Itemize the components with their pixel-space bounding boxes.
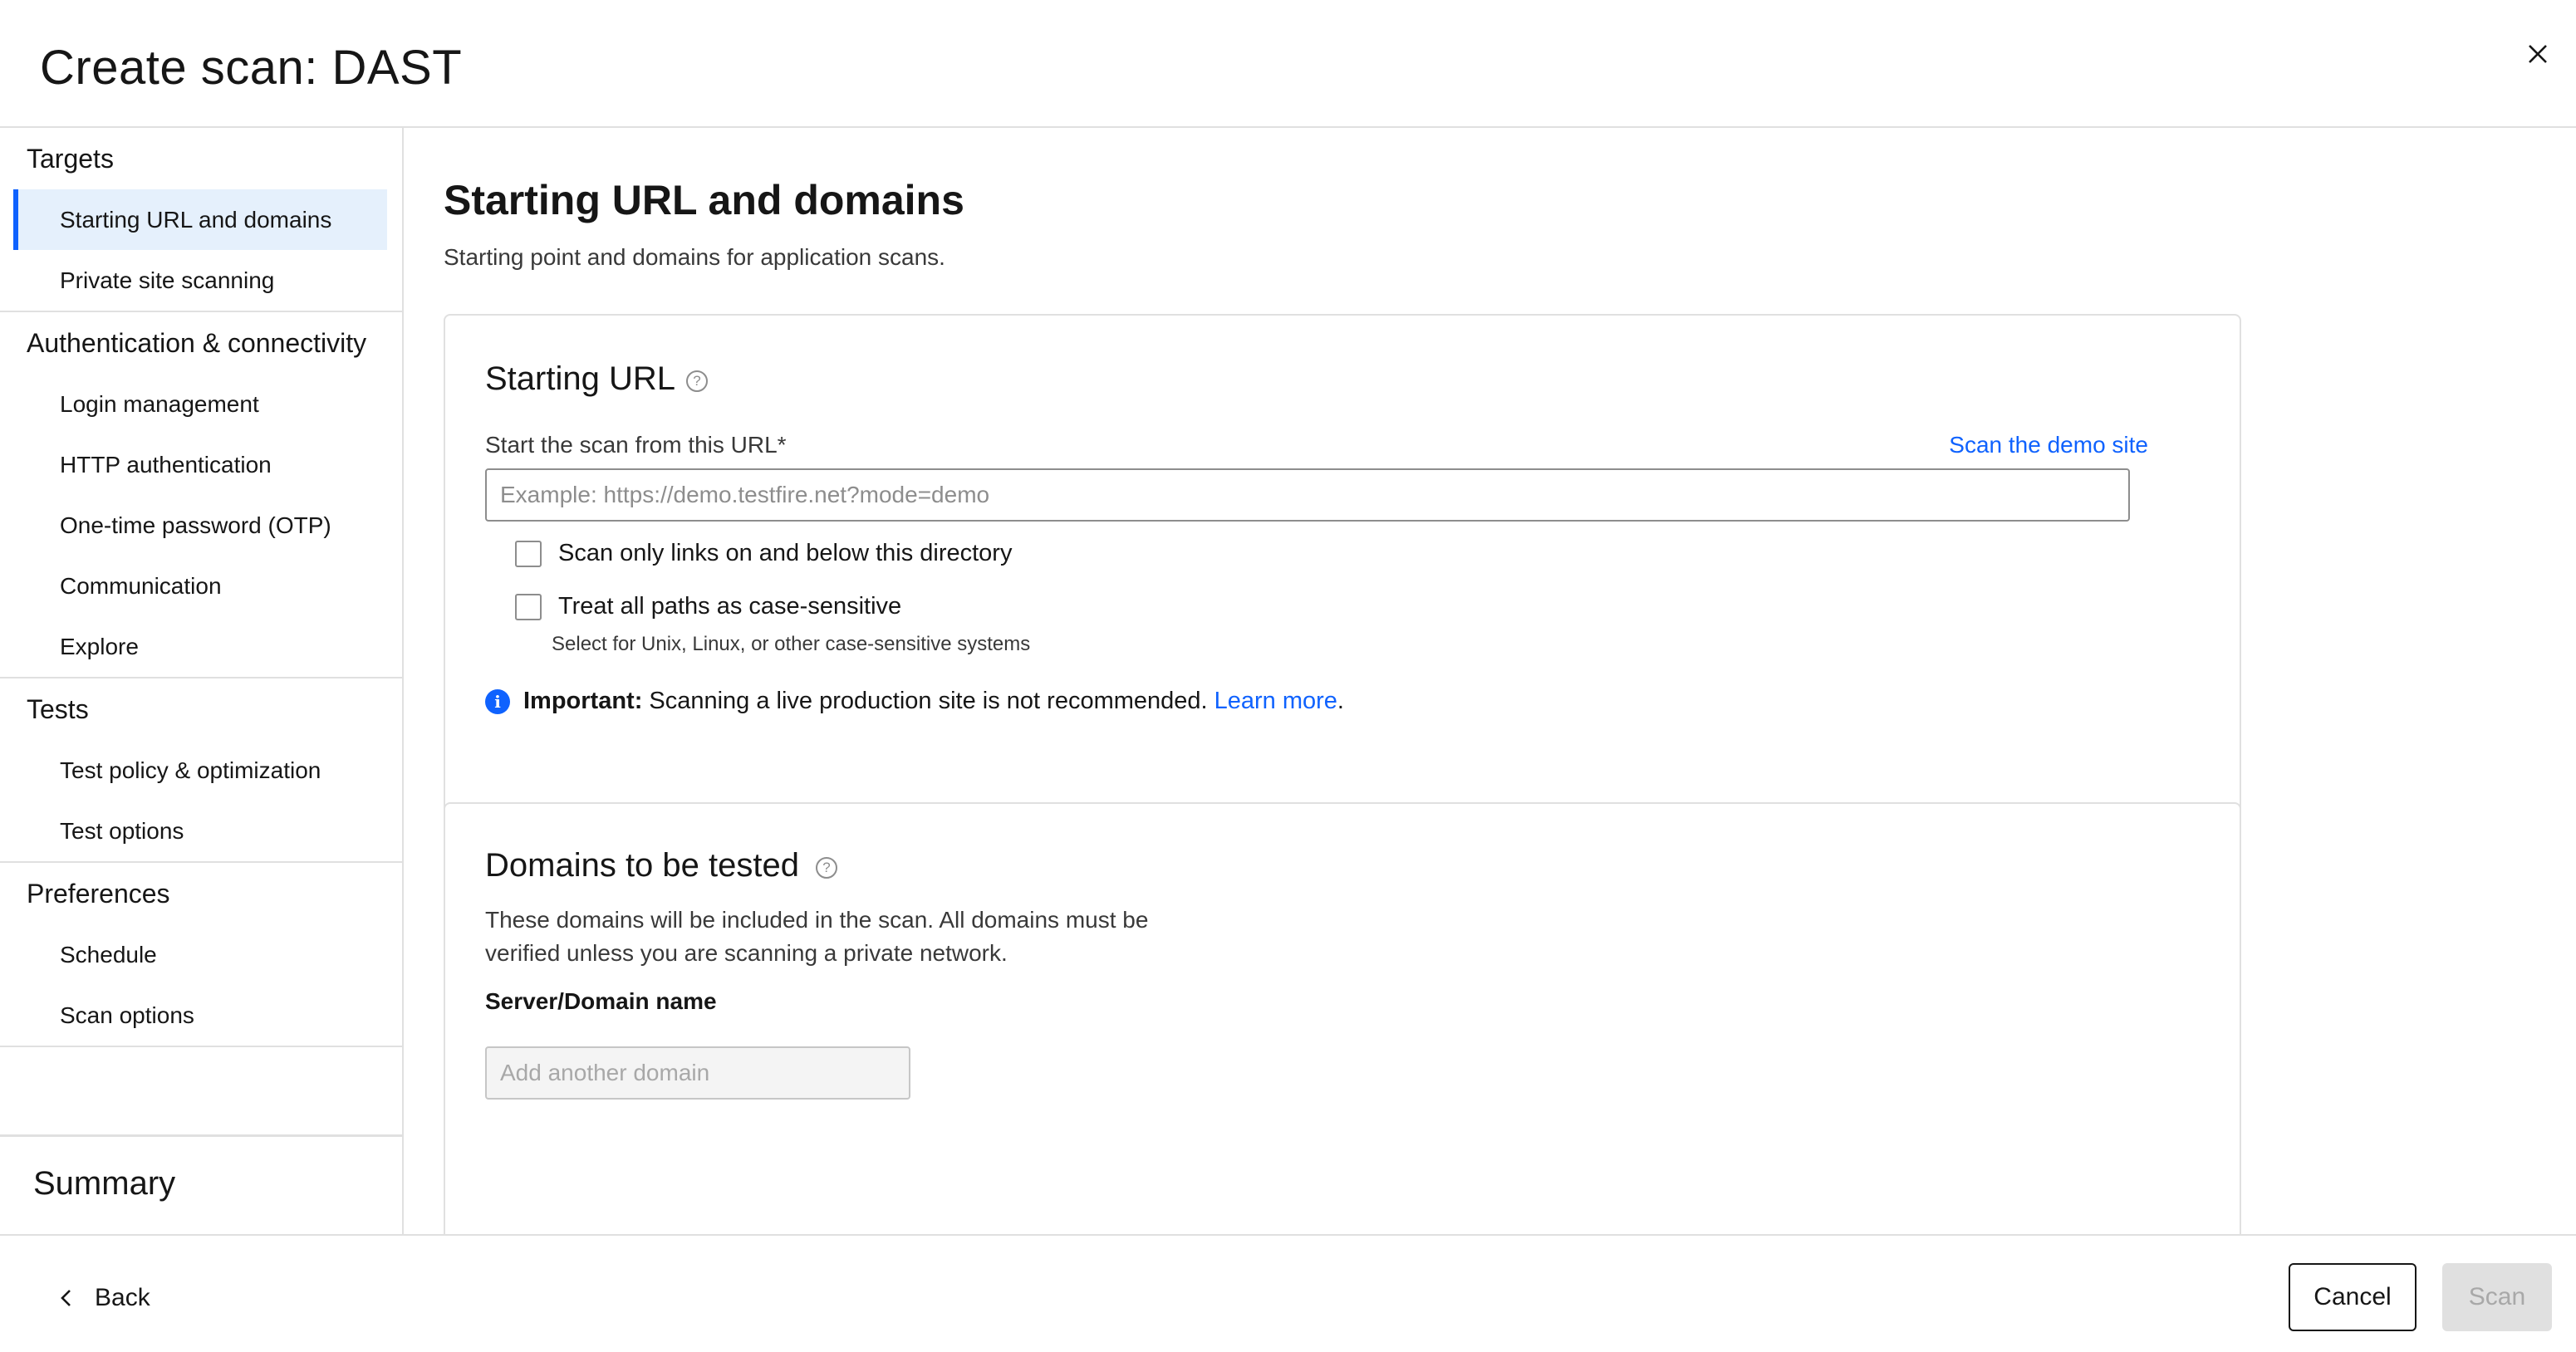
page-title: Create scan: DAST — [40, 41, 463, 95]
cancel-button[interactable]: Cancel — [2289, 1263, 2417, 1331]
section-title: Starting URL and domains — [444, 177, 964, 223]
case-sensitive-hint: Select for Unix, Linux, or other case-se… — [552, 633, 1031, 655]
starting-url-input[interactable] — [485, 468, 2130, 522]
sidebar-item-test-options[interactable]: Test options — [0, 801, 402, 861]
nav-section-targets: Targets Starting URL and domains Private… — [0, 128, 402, 312]
chevron-left-icon — [61, 1290, 71, 1306]
modal-header: Create scan: DAST — [0, 0, 2576, 128]
scan-demo-site-link[interactable]: Scan the demo site — [1949, 432, 2148, 458]
case-sensitive-checkbox[interactable] — [515, 593, 542, 620]
sidebar-item-scan-options[interactable]: Scan options — [0, 985, 402, 1046]
sidebar-item-test-policy[interactable]: Test policy & optimization — [0, 740, 402, 801]
production-warning: i Important: Scanning a live production … — [485, 688, 1344, 715]
sidebar-item-explore[interactable]: Explore — [0, 616, 402, 677]
main-content: Starting URL and domains Starting point … — [405, 128, 2576, 1276]
starting-url-title: Starting URL — [485, 360, 675, 397]
nav-heading-auth: Authentication & connectivity — [27, 328, 367, 358]
sidebar-item-otp[interactable]: One-time password (OTP) — [0, 495, 402, 556]
case-sensitive-option[interactable]: Treat all paths as case-sensitive — [515, 593, 901, 620]
nav-section-auth: Authentication & connectivity Login mana… — [0, 312, 402, 678]
sidebar-item-login-management[interactable]: Login management — [0, 374, 402, 434]
info-icon: i — [485, 688, 510, 714]
close-icon — [2529, 45, 2547, 63]
nav-heading-tests: Tests — [27, 694, 89, 724]
notice-text: Scanning a live production site is not r… — [649, 688, 1208, 714]
learn-more-link[interactable]: Learn more — [1214, 688, 1337, 715]
back-button[interactable]: Back — [60, 1284, 150, 1312]
add-domain-input[interactable] — [485, 1046, 910, 1100]
sidebar-item-starting-url[interactable]: Starting URL and domains — [13, 189, 387, 250]
back-label: Back — [95, 1284, 150, 1311]
scan-below-directory-checkbox[interactable] — [515, 540, 542, 567]
notice-suffix: . — [1337, 688, 1344, 714]
notice-bold: Important: — [523, 688, 643, 714]
scan-below-directory-option[interactable]: Scan only links on and below this direct… — [515, 540, 1012, 567]
nav-heading-preferences: Preferences — [27, 879, 170, 909]
case-sensitive-label: Treat all paths as case-sensitive — [558, 593, 902, 620]
nav-section-preferences: Preferences Schedule Scan options — [0, 863, 402, 1047]
domains-title: Domains to be tested — [485, 847, 799, 884]
sidebar-item-private-site[interactable]: Private site scanning — [0, 250, 402, 311]
close-button[interactable] — [2517, 33, 2559, 75]
sidebar-item-communication[interactable]: Communication — [0, 556, 402, 616]
summary-section[interactable]: Summary — [0, 1134, 402, 1234]
sidebar-item-http-auth[interactable]: HTTP authentication — [0, 434, 402, 495]
summary-label: Summary — [33, 1165, 176, 1202]
sidebar-nav: Targets Starting URL and domains Private… — [0, 128, 404, 1234]
domains-card: Domains to be tested ? These domains wil… — [444, 802, 2241, 1276]
help-icon[interactable]: ? — [816, 857, 837, 879]
nav-heading-targets: Targets — [27, 144, 114, 174]
help-icon[interactable]: ? — [686, 370, 708, 392]
sidebar-item-schedule[interactable]: Schedule — [0, 924, 402, 985]
domains-description: These domains will be included in the sc… — [485, 907, 1149, 966]
modal-footer: Back Cancel Scan — [0, 1234, 2576, 1352]
section-description: Starting point and domains for applicati… — [444, 244, 945, 270]
url-field-label: Start the scan from this URL* — [485, 432, 787, 458]
domain-field-label: Server/Domain name — [485, 988, 717, 1014]
scan-button[interactable]: Scan — [2442, 1263, 2552, 1331]
scan-below-directory-label: Scan only links on and below this direct… — [558, 540, 1013, 566]
nav-section-tests: Tests Test policy & optimization Test op… — [0, 678, 402, 863]
